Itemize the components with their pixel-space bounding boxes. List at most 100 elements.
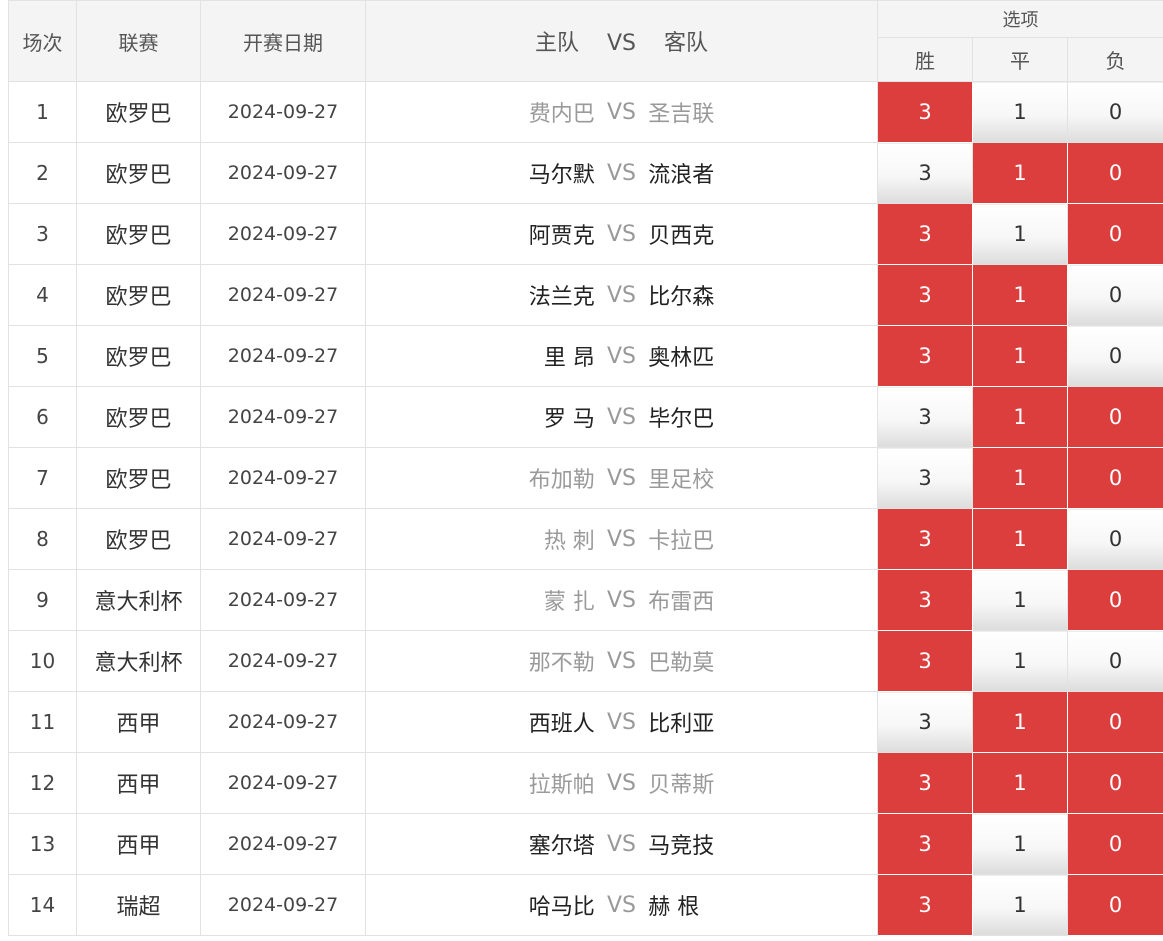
option-lose-button[interactable]: 0 [1066,325,1163,387]
option-lose-button[interactable]: 0 [1066,813,1163,875]
match-date: 2024-09-27 [200,630,366,692]
option-draw-button[interactable]: 1 [972,142,1068,204]
vs-label: VS [607,770,637,796]
option-draw-button[interactable]: 1 [972,508,1068,570]
home-team: 那不勒 [528,651,595,676]
option-win-button[interactable]: 3 [877,447,973,509]
option-win-button[interactable]: 3 [877,264,973,326]
lottery-table-container: 场次 联赛 开赛日期 主队 VS 客队 选项 胜 平 负 1 欧罗巴 2024-09… [8,0,1163,941]
header-away: 客队 [664,31,709,56]
option-win-button[interactable]: 3 [877,142,973,204]
vs-label: VS [607,709,637,735]
option-draw-button[interactable]: 1 [972,874,1068,936]
option-draw-button[interactable]: 1 [972,386,1068,448]
vs-label: VS [607,221,637,247]
match-no: 5 [8,325,77,387]
option-win-button[interactable]: 3 [877,508,973,570]
option-draw-button[interactable]: 1 [972,203,1068,265]
match-no: 8 [8,508,77,570]
table-header: 场次 联赛 开赛日期 主队 VS 客队 选项 胜 平 负 [8,0,1163,82]
vs-label: VS [607,282,637,308]
table-row: 13 西甲 2024-09-27 塞尔塔 VS 马竞技 3 1 0 [8,813,1163,875]
match-league: 欧罗巴 [76,447,201,509]
vs-label: VS [607,160,637,186]
match-date: 2024-09-27 [200,264,366,326]
away-team: 圣吉联 [648,102,715,127]
match-teams: 塞尔塔 VS 马竞技 [365,813,878,875]
table-row: 10 意大利杯 2024-09-27 那不勒 VS 巴勒莫 3 1 0 [8,630,1163,692]
match-no: 10 [8,630,77,692]
home-team: 塞尔塔 [528,834,595,859]
away-team: 毕尔巴 [648,407,715,432]
option-lose-button[interactable]: 0 [1066,203,1163,265]
option-lose-button[interactable]: 0 [1066,630,1163,692]
match-league: 西甲 [76,691,201,753]
table-row: 5 欧罗巴 2024-09-27 里 昂 VS 奥林匹 3 1 0 [8,325,1163,387]
match-league: 意大利杯 [76,630,201,692]
option-win-button[interactable]: 3 [877,81,973,143]
option-win-button[interactable]: 3 [877,325,973,387]
home-team: 拉斯帕 [528,773,595,798]
option-win-button[interactable]: 3 [877,630,973,692]
option-win-button[interactable]: 3 [877,874,973,936]
option-draw-button[interactable]: 1 [972,813,1068,875]
match-league: 意大利杯 [76,569,201,631]
option-win-button[interactable]: 3 [877,386,973,448]
option-lose-button[interactable]: 0 [1066,752,1163,814]
vs-label: VS [607,587,637,613]
home-team: 马尔默 [528,163,595,188]
match-teams: 阿贾克 VS 贝西克 [365,203,878,265]
option-draw-button[interactable]: 1 [972,81,1068,143]
away-team: 布雷西 [648,590,715,615]
option-win-button[interactable]: 3 [877,569,973,631]
option-lose-button[interactable]: 0 [1066,264,1163,326]
away-team: 巴勒莫 [648,651,715,676]
option-draw-button[interactable]: 1 [972,325,1068,387]
match-no: 9 [8,569,77,631]
option-lose-button[interactable]: 0 [1066,142,1163,204]
option-lose-button[interactable]: 0 [1066,81,1163,143]
vs-label: VS [607,831,637,857]
match-league: 西甲 [76,752,201,814]
vs-label: VS [607,99,637,125]
option-win-button[interactable]: 3 [877,691,973,753]
home-team: 费内巴 [528,102,595,127]
away-team: 马竞技 [648,834,715,859]
option-lose-button[interactable]: 0 [1066,691,1163,753]
match-date: 2024-09-27 [200,386,366,448]
home-team: 罗 马 [543,407,595,432]
home-team: 哈马比 [528,895,595,920]
option-draw-button[interactable]: 1 [972,447,1068,509]
option-lose-button[interactable]: 0 [1066,874,1163,936]
option-win-button[interactable]: 3 [877,752,973,814]
match-teams: 西班人 VS 比利亚 [365,691,878,753]
away-team: 比利亚 [648,712,715,737]
table-row: 7 欧罗巴 2024-09-27 布加勒 VS 里足校 3 1 0 [8,447,1163,509]
option-draw-button[interactable]: 1 [972,264,1068,326]
option-draw-button[interactable]: 1 [972,752,1068,814]
match-no: 1 [8,81,77,143]
home-team: 蒙 扎 [543,590,595,615]
match-date: 2024-09-27 [200,874,366,936]
match-no: 14 [8,874,77,936]
option-lose-button[interactable]: 0 [1066,447,1163,509]
match-date: 2024-09-27 [200,203,366,265]
home-team: 法兰克 [528,285,595,310]
option-lose-button[interactable]: 0 [1066,569,1163,631]
option-draw-button[interactable]: 1 [972,691,1068,753]
table-row: 3 欧罗巴 2024-09-27 阿贾克 VS 贝西克 3 1 0 [8,203,1163,265]
option-lose-button[interactable]: 0 [1066,386,1163,448]
option-win-button[interactable]: 3 [877,813,973,875]
option-draw-button[interactable]: 1 [972,630,1068,692]
option-lose-button[interactable]: 0 [1066,508,1163,570]
option-draw-button[interactable]: 1 [972,569,1068,631]
option-win-button[interactable]: 3 [877,203,973,265]
match-teams: 那不勒 VS 巴勒莫 [365,630,878,692]
home-team: 阿贾克 [528,224,595,249]
match-no: 4 [8,264,77,326]
match-league: 欧罗巴 [76,325,201,387]
header-options: 选项 [876,0,1163,38]
match-date: 2024-09-27 [200,569,366,631]
match-league: 欧罗巴 [76,264,201,326]
table-row: 12 西甲 2024-09-27 拉斯帕 VS 贝蒂斯 3 1 0 [8,752,1163,814]
